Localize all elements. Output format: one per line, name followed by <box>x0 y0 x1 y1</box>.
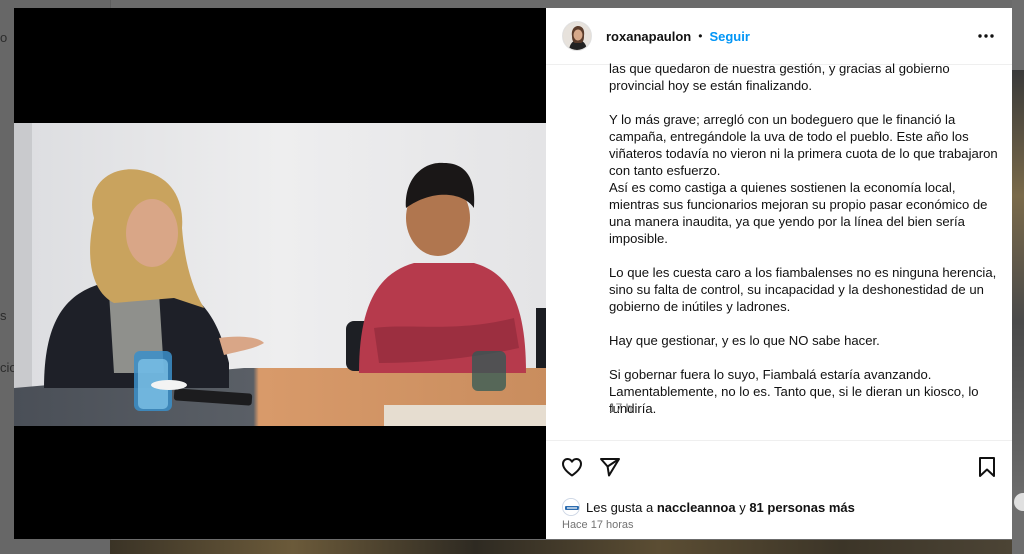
liker-avatar-image <box>563 499 579 515</box>
post-photo <box>14 123 546 426</box>
likes-conjunction: y <box>735 499 750 515</box>
liker-avatar[interactable] <box>562 498 580 516</box>
background-text-fragment: s <box>0 308 7 323</box>
background-text-fragment: o <box>0 30 8 45</box>
header-separator: • <box>698 29 703 43</box>
more-horizontal-icon <box>978 34 994 38</box>
bookmark-icon <box>979 457 995 477</box>
meeting-photo <box>14 123 546 426</box>
background-right-photo <box>1012 70 1024 490</box>
post-time-ago: Hace 17 horas <box>562 519 634 531</box>
background-feed-strip <box>110 540 1024 554</box>
likes-prefix: Les gusta a <box>586 499 657 515</box>
heart-icon <box>562 458 582 477</box>
post-modal: roxanapaulon • Seguir las que quedaron d… <box>14 8 1012 539</box>
liker-username-link[interactable]: naccleannoa <box>657 500 736 515</box>
avatar-image <box>563 22 591 50</box>
more-options-button[interactable] <box>976 26 996 46</box>
share-button[interactable] <box>598 455 622 479</box>
follow-button[interactable]: Seguir <box>709 29 749 44</box>
post-media <box>14 8 546 539</box>
likes-count-link[interactable]: 81 personas más <box>749 500 855 515</box>
post-details-panel: roxanapaulon • Seguir las que quedaron d… <box>546 8 1012 539</box>
avatar[interactable] <box>562 21 592 51</box>
post-header: roxanapaulon • Seguir <box>546 8 1012 65</box>
post-caption: las que quedaron de nuestra gestión, y g… <box>609 61 998 416</box>
send-icon <box>600 458 620 477</box>
post-actions: Les gusta a naccleannoa y 81 personas má… <box>546 440 1012 539</box>
like-button[interactable] <box>560 455 584 479</box>
post-timestamp: 17 h <box>609 401 633 415</box>
likes-summary: Les gusta a naccleannoa y 81 personas má… <box>562 498 855 516</box>
save-button[interactable] <box>975 455 999 479</box>
username-link[interactable]: roxanapaulon <box>606 29 691 44</box>
